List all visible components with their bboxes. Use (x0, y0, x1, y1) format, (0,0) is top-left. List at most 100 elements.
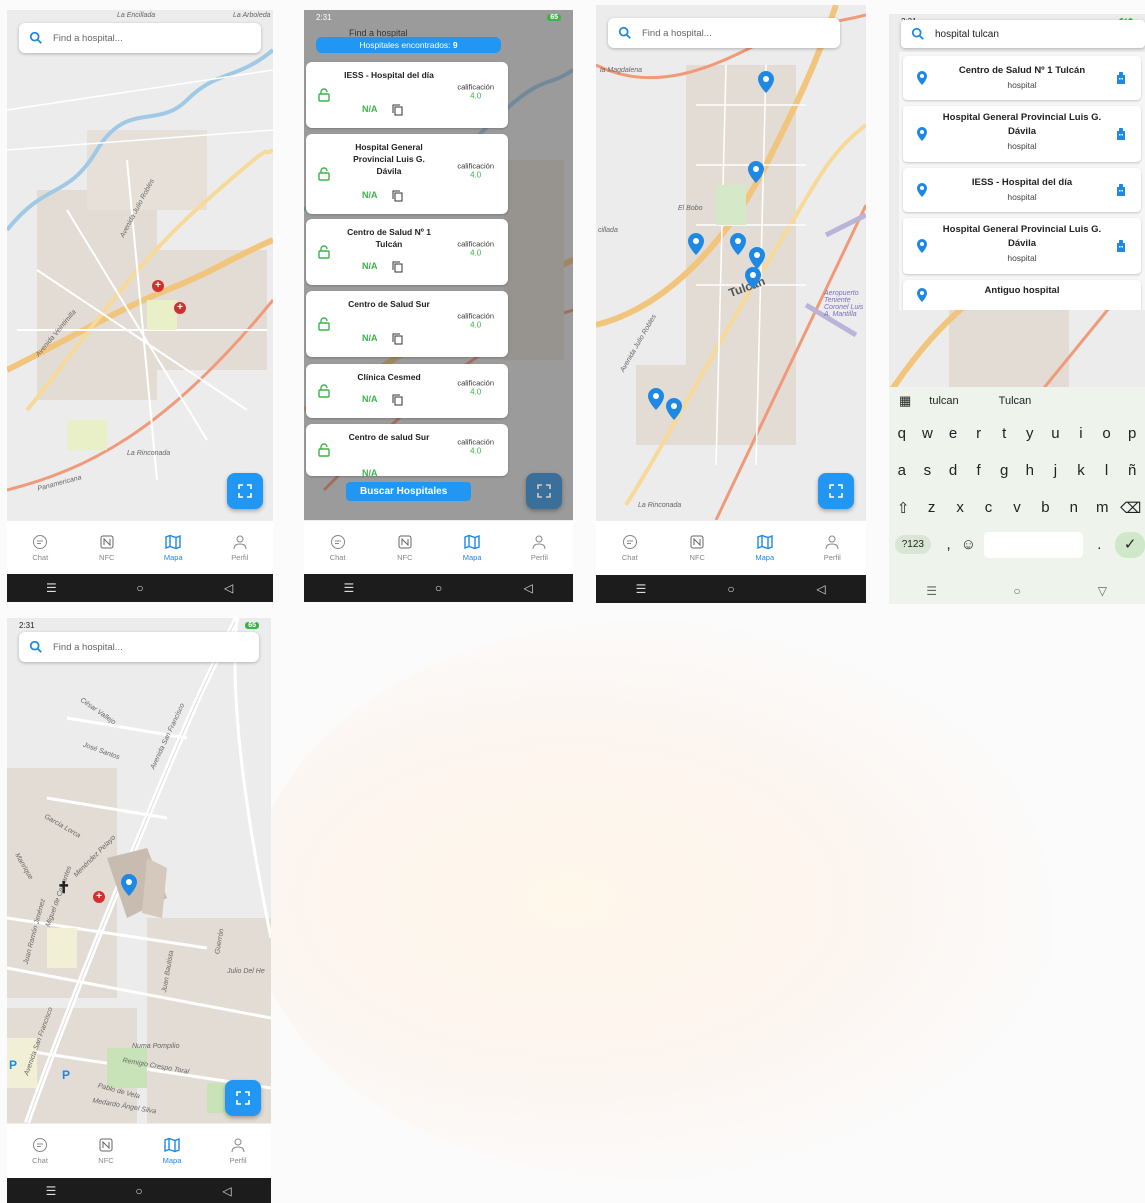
home-button[interactable]: ○ (109, 1184, 169, 1198)
fullscreen-button[interactable] (526, 473, 562, 509)
copy-icon[interactable] (392, 190, 403, 202)
nav-perfil[interactable]: Perfil (514, 534, 564, 562)
hospital-pin[interactable] (748, 161, 764, 183)
fullscreen-button[interactable] (227, 473, 263, 509)
nav-chat[interactable]: Chat (15, 534, 65, 562)
key[interactable]: s (916, 462, 938, 479)
nav-mapa[interactable]: Mapa (147, 1137, 197, 1165)
home-button[interactable]: ○ (408, 581, 468, 595)
recents-button[interactable]: ☰ (611, 582, 671, 596)
copy-icon[interactable] (392, 333, 403, 345)
key[interactable]: k (1070, 462, 1092, 479)
search-result[interactable]: Hospital General Provincial Luis G. Dávi… (903, 106, 1141, 162)
space-key[interactable] (984, 531, 1084, 558)
emoji-key[interactable]: ☺ (959, 536, 979, 553)
nav-perfil[interactable]: Perfil (213, 1137, 263, 1165)
search-bar[interactable]: hospital tulcan (901, 20, 1145, 48)
key[interactable]: i (1070, 425, 1092, 442)
hospital-card[interactable]: Centro de salud Sur N/A calificación 4.0 (306, 424, 508, 476)
recents-button[interactable]: ☰ (21, 581, 81, 595)
recents-button[interactable]: ☰ (902, 584, 962, 598)
search-input[interactable]: Find a hospital... (642, 28, 712, 39)
back-button[interactable]: ◁ (199, 581, 259, 595)
nav-mapa[interactable]: Mapa (740, 534, 790, 562)
hospital-marker[interactable]: + (152, 280, 164, 292)
key[interactable]: e (942, 425, 964, 442)
key[interactable]: ñ (1121, 462, 1143, 479)
copy-icon[interactable] (392, 261, 403, 273)
recents-button[interactable]: ☰ (21, 1184, 81, 1198)
search-hospitals-button[interactable]: Buscar Hospitales (346, 482, 471, 501)
hospital-pin[interactable] (666, 398, 682, 420)
hospital-pin[interactable] (730, 233, 746, 255)
home-button[interactable]: ○ (987, 584, 1047, 598)
nav-perfil[interactable]: Perfil (807, 534, 857, 562)
key[interactable]: d (942, 462, 964, 479)
apps-grid-icon[interactable]: ▦ (899, 393, 911, 409)
nav-nfc[interactable]: NFC (672, 534, 722, 562)
back-button[interactable]: ◁ (791, 582, 851, 596)
search-bar[interactable]: Find a hospital... (608, 18, 840, 48)
nav-chat[interactable]: Chat (605, 534, 655, 562)
back-button[interactable]: ◁ (498, 581, 558, 595)
hospital-pin[interactable] (121, 874, 137, 896)
key[interactable]: h (1019, 462, 1041, 479)
back-button[interactable]: ▽ (1072, 584, 1132, 598)
hospital-pin[interactable] (749, 247, 765, 269)
key[interactable]: m (1091, 499, 1113, 516)
nav-chat[interactable]: Chat (15, 1137, 65, 1165)
copy-icon[interactable] (392, 104, 403, 116)
key[interactable]: q (891, 425, 913, 442)
recents-button[interactable]: ☰ (319, 581, 379, 595)
key[interactable]: x (949, 499, 971, 516)
key[interactable]: n (1063, 499, 1085, 516)
home-button[interactable]: ○ (110, 581, 170, 595)
shift-key[interactable]: ⇧ (892, 499, 914, 517)
copy-icon[interactable] (392, 394, 403, 406)
fullscreen-button[interactable] (225, 1080, 261, 1116)
suggestion[interactable]: Tulcan (999, 395, 1032, 407)
key[interactable]: z (921, 499, 943, 516)
nav-mapa[interactable]: Mapa (148, 534, 198, 562)
key[interactable]: f (968, 462, 990, 479)
hospital-marker[interactable]: + (174, 302, 186, 314)
hospital-pin[interactable] (745, 267, 761, 289)
key[interactable]: j (1044, 462, 1066, 479)
key[interactable]: y (1019, 425, 1041, 442)
key[interactable]: a (891, 462, 913, 479)
key[interactable]: g (993, 462, 1015, 479)
map-view[interactable] (596, 5, 866, 520)
key[interactable]: o (1096, 425, 1118, 442)
key[interactable]: l (1096, 462, 1118, 479)
search-bar[interactable]: Find a hospital... (19, 632, 259, 662)
hospital-card[interactable]: Centro de Salud Sur N/A calificación 4.0 (306, 291, 508, 357)
search-result[interactable]: Centro de Salud Nº 1 Tulcán hospital (903, 56, 1141, 100)
nav-nfc[interactable]: NFC (380, 534, 430, 562)
hospital-pin[interactable] (648, 388, 664, 410)
hospital-card[interactable]: Hospital General Provincial Luis G. Dávi… (306, 134, 508, 214)
comma-key[interactable]: , (939, 536, 959, 553)
search-bar[interactable]: Find a hospital... (19, 23, 261, 53)
back-button[interactable]: ◁ (197, 1184, 257, 1198)
period-key[interactable]: . (1089, 536, 1109, 553)
nav-chat[interactable]: Chat (313, 534, 363, 562)
search-input[interactable]: Find a hospital... (53, 33, 123, 44)
hospital-pin[interactable] (688, 233, 704, 255)
key[interactable]: t (993, 425, 1015, 442)
hospital-card[interactable]: Centro de Salud Nº 1 Tulcán N/A califica… (306, 219, 508, 285)
hospital-card[interactable]: IESS - Hospital del día N/A calificación… (306, 62, 508, 128)
key[interactable]: p (1121, 425, 1143, 442)
key[interactable]: c (978, 499, 1000, 516)
nav-nfc[interactable]: NFC (82, 534, 132, 562)
search-input[interactable]: Find a hospital... (53, 642, 123, 653)
home-button[interactable]: ○ (701, 582, 761, 596)
enter-key[interactable]: ✓ (1115, 531, 1145, 558)
search-input[interactable]: hospital tulcan (935, 29, 999, 40)
search-result[interactable]: IESS - Hospital del día hospital (903, 168, 1141, 212)
hospital-pin[interactable] (758, 71, 774, 93)
nav-mapa[interactable]: Mapa (447, 534, 497, 562)
hospital-marker[interactable]: + (93, 891, 105, 903)
hospital-card[interactable]: Clínica Cesmed N/A calificación 4.0 (306, 364, 508, 418)
search-result[interactable]: Hospital General Provincial Luis G. Dávi… (903, 218, 1141, 274)
key[interactable]: v (1006, 499, 1028, 516)
